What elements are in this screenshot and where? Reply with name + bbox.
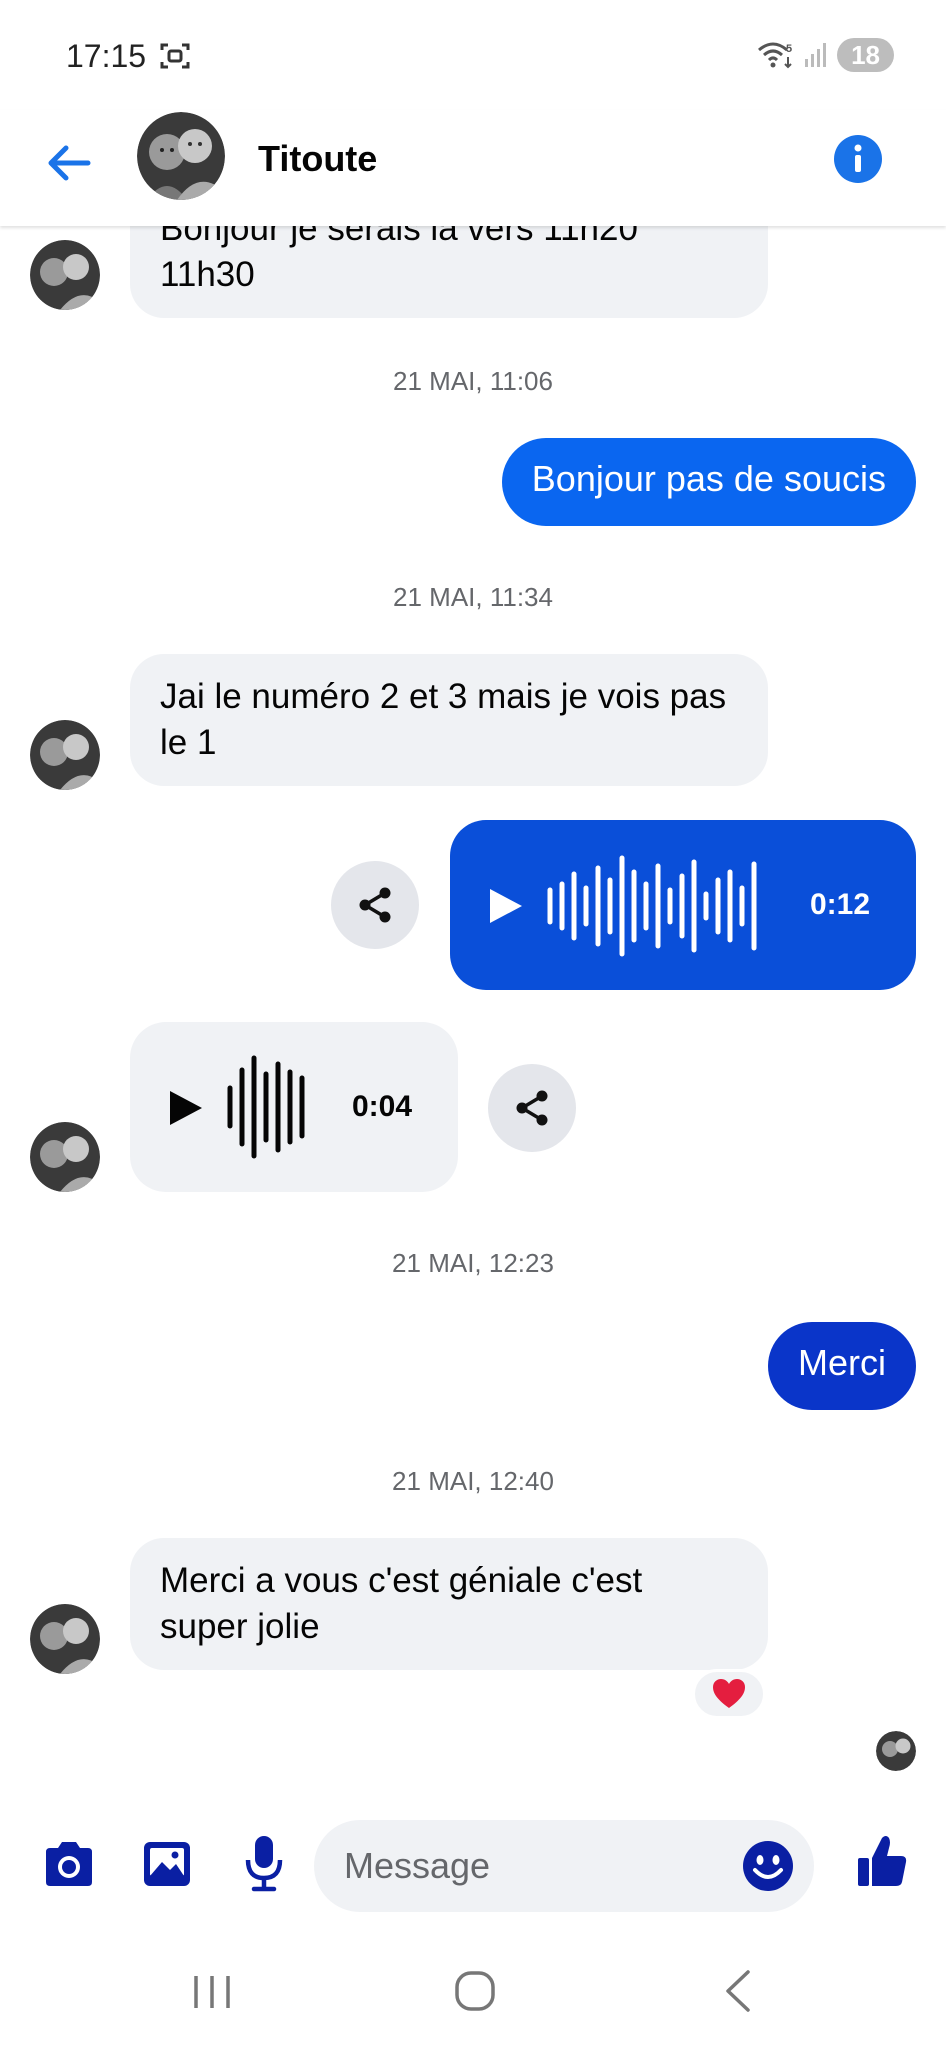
contact-avatar[interactable]	[137, 112, 225, 200]
message-text: Merci a vous c'est géniale c'est super j…	[160, 1561, 643, 1646]
audio-duration: 0:12	[810, 888, 871, 921]
wifi-icon: 5	[758, 42, 792, 69]
battery-badge: 18	[837, 38, 894, 72]
recent-apps-icon[interactable]	[190, 1972, 234, 2012]
timestamp: 21 MAI, 12:23	[392, 1248, 554, 1278]
reaction-badge[interactable]	[692, 1669, 766, 1719]
message-text: Merci	[798, 1342, 886, 1383]
timestamp: 21 MAI, 11:34	[393, 582, 553, 612]
share-icon	[359, 887, 391, 923]
share-button[interactable]	[488, 1064, 576, 1152]
share-button[interactable]	[331, 861, 419, 949]
microphone-icon[interactable]	[244, 1834, 284, 1892]
system-navigation-bar	[0, 1936, 946, 2049]
contact-avatar-small[interactable]	[30, 1122, 100, 1192]
camera-icon[interactable]	[42, 1840, 96, 1888]
message-bubble-incoming[interactable]: Bonjour je serais la vers 11h20 11h30	[130, 226, 768, 318]
contact-avatar-small[interactable]	[30, 240, 100, 310]
heart-icon	[713, 1679, 745, 1708]
message-text: 11h30	[160, 255, 255, 294]
message-text: Bonjour je serais la vers 11h20	[160, 226, 638, 248]
emoji-icon[interactable]	[742, 1840, 794, 1892]
message-text: Bonjour pas de soucis	[531, 458, 886, 499]
message-input-container[interactable]	[314, 1820, 814, 1912]
audio-message-outgoing[interactable]: 0:12	[450, 820, 916, 990]
chat-header: Titoute	[0, 110, 946, 226]
status-indicators: 5 18	[757, 38, 894, 72]
contact-name[interactable]: Titoute	[258, 138, 377, 180]
message-bubble-incoming[interactable]: Merci a vous c'est géniale c'est super j…	[130, 1538, 768, 1670]
signal-icon	[805, 43, 827, 67]
screen-record-icon	[160, 43, 190, 69]
seen-indicator-avatar	[876, 1731, 916, 1771]
timestamp: 21 MAI, 11:06	[393, 366, 553, 396]
composer-bar	[0, 1796, 946, 1936]
contact-avatar-small[interactable]	[30, 1604, 100, 1674]
info-icon[interactable]	[833, 134, 883, 184]
message-bubble-outgoing[interactable]: Bonjour pas de soucis	[501, 438, 916, 526]
home-icon[interactable]	[454, 1970, 496, 2012]
play-icon[interactable]	[486, 886, 526, 926]
message-list[interactable]: Bonjour je serais la vers 11h20 11h30 21…	[0, 226, 946, 1796]
waveform	[227, 1055, 305, 1159]
gallery-icon[interactable]	[142, 1840, 192, 1888]
message-text: Jai le numéro 2 et 3 mais je vois pas le…	[160, 677, 727, 762]
back-arrow-icon[interactable]	[44, 138, 94, 188]
timestamp: 21 MAI, 12:40	[392, 1466, 554, 1496]
thumbs-up-icon[interactable]	[856, 1834, 908, 1888]
play-icon[interactable]	[166, 1088, 206, 1128]
waveform	[547, 855, 757, 957]
status-bar: 17:15 5 18	[0, 0, 946, 110]
contact-avatar-small[interactable]	[30, 720, 100, 790]
svg-text:5: 5	[786, 43, 792, 55]
audio-duration: 0:04	[352, 1090, 413, 1123]
message-bubble-outgoing[interactable]: Merci	[768, 1322, 916, 1410]
message-input[interactable]	[344, 1842, 724, 1890]
back-icon[interactable]	[722, 1968, 752, 2014]
share-icon	[516, 1090, 548, 1126]
status-time: 17:15	[66, 38, 147, 74]
message-bubble-incoming[interactable]: Jai le numéro 2 et 3 mais je vois pas le…	[130, 654, 768, 786]
audio-message-incoming[interactable]: 0:04	[130, 1022, 458, 1192]
